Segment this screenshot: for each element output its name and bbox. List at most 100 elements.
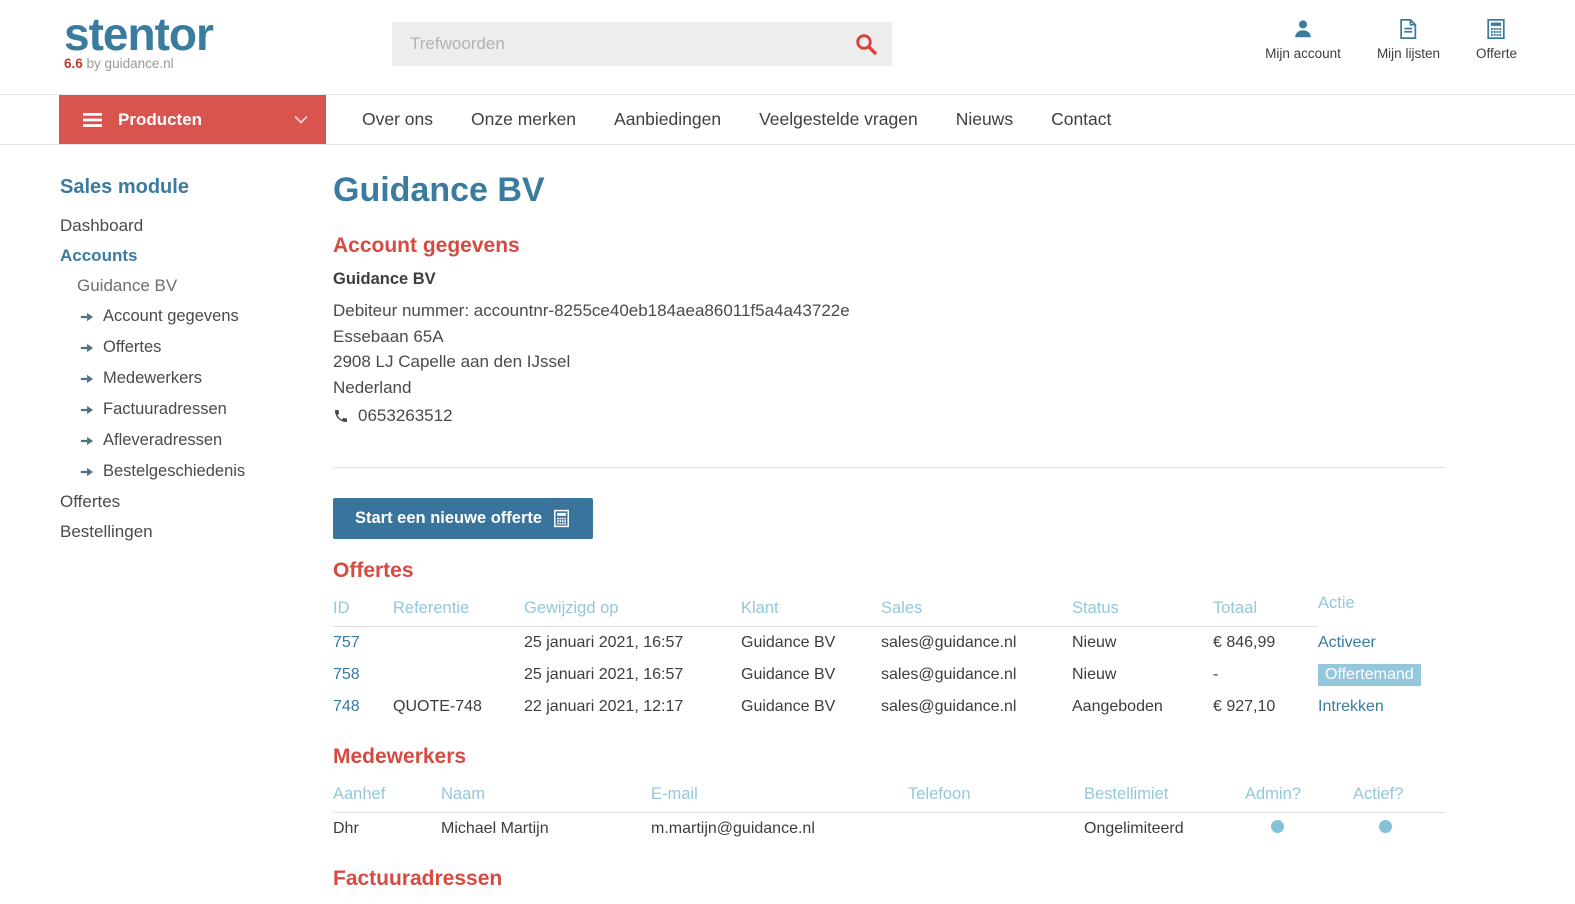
sidebar-item-bestellingen[interactable]: Bestellingen	[60, 517, 333, 547]
medewerkers-header-row: Aanhef Naam E-mail Telefoon Bestellimiet…	[333, 781, 1444, 813]
sidebar-item-label: Account gegevens	[103, 307, 239, 326]
nav-link-onze-merken[interactable]: Onze merken	[452, 109, 595, 130]
col-gewijzigd-op[interactable]: Gewijzigd op	[524, 595, 741, 627]
sidebar-item-label: Afleveradressen	[103, 431, 222, 450]
col-naam[interactable]: Naam	[441, 781, 651, 813]
sidebar-item-afleveradressen[interactable]: Afleveradressen	[60, 425, 333, 456]
factuuradressen-heading: Factuuradressen	[333, 867, 1444, 891]
stentor-logo[interactable]: stentor 6.6 by guidance.nl	[64, 10, 213, 71]
medewerker-bestellimiet: Ongelimiteerd	[1084, 813, 1245, 846]
offerte-referentie	[393, 659, 524, 691]
table-row: 748 QUOTE-748 22 januari 2021, 12:17 Gui…	[333, 691, 1444, 723]
offertes-heading: Offertes	[333, 559, 1444, 583]
sidebar-item-dashboard[interactable]: Dashboard	[60, 211, 333, 241]
nav-link-aanbiedingen[interactable]: Aanbiedingen	[595, 109, 740, 130]
calculator-icon	[1485, 18, 1507, 40]
main-navbar: Producten Over ons Onze merken Aanbiedin…	[0, 94, 1575, 145]
sidebar-item-medewerkers[interactable]: Medewerkers	[60, 363, 333, 394]
arrow-right-icon	[80, 372, 95, 386]
nav-link-over-ons[interactable]: Over ons	[343, 109, 452, 130]
sidebar-item-bestelgeschiedenis[interactable]: Bestelgeschiedenis	[60, 456, 333, 487]
sidebar-item-label: Offertes	[103, 338, 161, 357]
my-account-label: Mijn account	[1265, 46, 1341, 61]
offertemand-action-link[interactable]: Offertemand	[1318, 664, 1421, 686]
admin-status-dot	[1271, 820, 1284, 833]
col-klant[interactable]: Klant	[741, 595, 881, 627]
col-bestellimiet[interactable]: Bestellimiet	[1084, 781, 1245, 813]
offerte-status: Nieuw	[1072, 627, 1213, 660]
quote-label: Offerte	[1476, 46, 1517, 61]
offerte-totaal: € 927,10	[1213, 691, 1318, 723]
my-lists-button[interactable]: Mijn lijsten	[1377, 18, 1440, 61]
page-title: Guidance BV	[333, 171, 1444, 210]
col-id[interactable]: ID	[333, 595, 393, 627]
site-header: stentor 6.6 by guidance.nl Mij	[0, 0, 1575, 94]
col-referentie[interactable]: Referentie	[393, 595, 524, 627]
search-bar	[392, 22, 892, 66]
nav-link-contact[interactable]: Contact	[1032, 109, 1130, 130]
table-row: 758 25 januari 2021, 16:57 Guidance BV s…	[333, 659, 1444, 691]
search-button[interactable]	[854, 32, 892, 56]
col-telefoon[interactable]: Telefoon	[908, 781, 1084, 813]
col-email[interactable]: E-mail	[651, 781, 908, 813]
sidebar-item-label: Medewerkers	[103, 369, 202, 388]
medewerker-email: m.martijn@guidance.nl	[651, 813, 908, 846]
account-street: Essebaan 65A	[333, 324, 1444, 350]
col-actief[interactable]: Actief?	[1353, 781, 1444, 813]
sidebar-item-offertes-sub[interactable]: Offertes	[60, 332, 333, 363]
sidebar-item-guidance-bv[interactable]: Guidance BV	[60, 271, 333, 301]
offerte-sales: sales@guidance.nl	[881, 659, 1072, 691]
products-menu-button[interactable]: Producten	[59, 95, 326, 144]
start-new-quote-label: Start een nieuwe offerte	[355, 509, 542, 528]
sidebar-item-offertes[interactable]: Offertes	[60, 487, 333, 517]
search-input[interactable]	[392, 34, 854, 54]
medewerkers-heading: Medewerkers	[333, 745, 1444, 769]
offerte-id-link[interactable]: 757	[333, 634, 360, 651]
sidebar-item-label: Bestelgeschiedenis	[103, 462, 245, 481]
my-account-button[interactable]: Mijn account	[1265, 18, 1341, 61]
activeer-action-link[interactable]: Activeer	[1318, 634, 1376, 651]
sidebar: Sales module Dashboard Accounts Guidance…	[0, 145, 333, 904]
col-aanhef[interactable]: Aanhef	[333, 781, 441, 813]
col-totaal[interactable]: Totaal	[1213, 595, 1318, 627]
col-admin[interactable]: Admin?	[1245, 781, 1353, 813]
header-actions: Mijn account Mijn lijsten	[1265, 18, 1517, 61]
quote-button[interactable]: Offerte	[1476, 18, 1517, 61]
offerte-id-link[interactable]: 748	[333, 698, 360, 715]
logo-version: 6.6	[64, 56, 83, 71]
arrow-right-icon	[80, 403, 95, 417]
col-status[interactable]: Status	[1072, 595, 1213, 627]
products-menu-label: Producten	[118, 110, 294, 130]
phone-icon	[333, 408, 349, 424]
sidebar-item-factuuradressen[interactable]: Factuuradressen	[60, 394, 333, 425]
offerte-klant: Guidance BV	[741, 691, 881, 723]
offerte-status: Aangeboden	[1072, 691, 1213, 723]
sidebar-title-sales-module[interactable]: Sales module	[60, 176, 333, 199]
arrow-right-icon	[80, 434, 95, 448]
offerte-totaal: -	[1213, 659, 1318, 691]
col-sales[interactable]: Sales	[881, 595, 1072, 627]
offerte-status: Nieuw	[1072, 659, 1213, 691]
start-new-quote-button[interactable]: Start een nieuwe offerte	[333, 498, 593, 539]
offerte-klant: Guidance BV	[741, 627, 881, 660]
logo-byline: by guidance.nl	[87, 56, 174, 71]
offerte-klant: Guidance BV	[741, 659, 881, 691]
intrekken-action-link[interactable]: Intrekken	[1318, 698, 1384, 715]
offerte-referentie	[393, 627, 524, 660]
offerte-totaal: € 846,99	[1213, 627, 1318, 660]
nav-links: Over ons Onze merken Aanbiedingen Veelge…	[343, 95, 1130, 144]
account-phone-row: 0653263512	[333, 406, 1444, 426]
offerte-id-link[interactable]: 758	[333, 666, 360, 683]
account-gegevens-heading: Account gegevens	[333, 234, 1444, 258]
nav-link-nieuws[interactable]: Nieuws	[937, 109, 1032, 130]
document-icon	[1397, 18, 1419, 40]
sidebar-item-account-gegevens[interactable]: Account gegevens	[60, 301, 333, 332]
sidebar-item-accounts[interactable]: Accounts	[60, 241, 333, 271]
search-icon	[854, 32, 878, 56]
account-phone[interactable]: 0653263512	[358, 406, 453, 426]
my-lists-label: Mijn lijsten	[1377, 46, 1440, 61]
arrow-right-icon	[80, 465, 95, 479]
offerte-gewijzigd: 25 januari 2021, 16:57	[524, 659, 741, 691]
nav-link-veelgestelde-vragen[interactable]: Veelgestelde vragen	[740, 109, 937, 130]
calculator-icon	[552, 509, 571, 528]
